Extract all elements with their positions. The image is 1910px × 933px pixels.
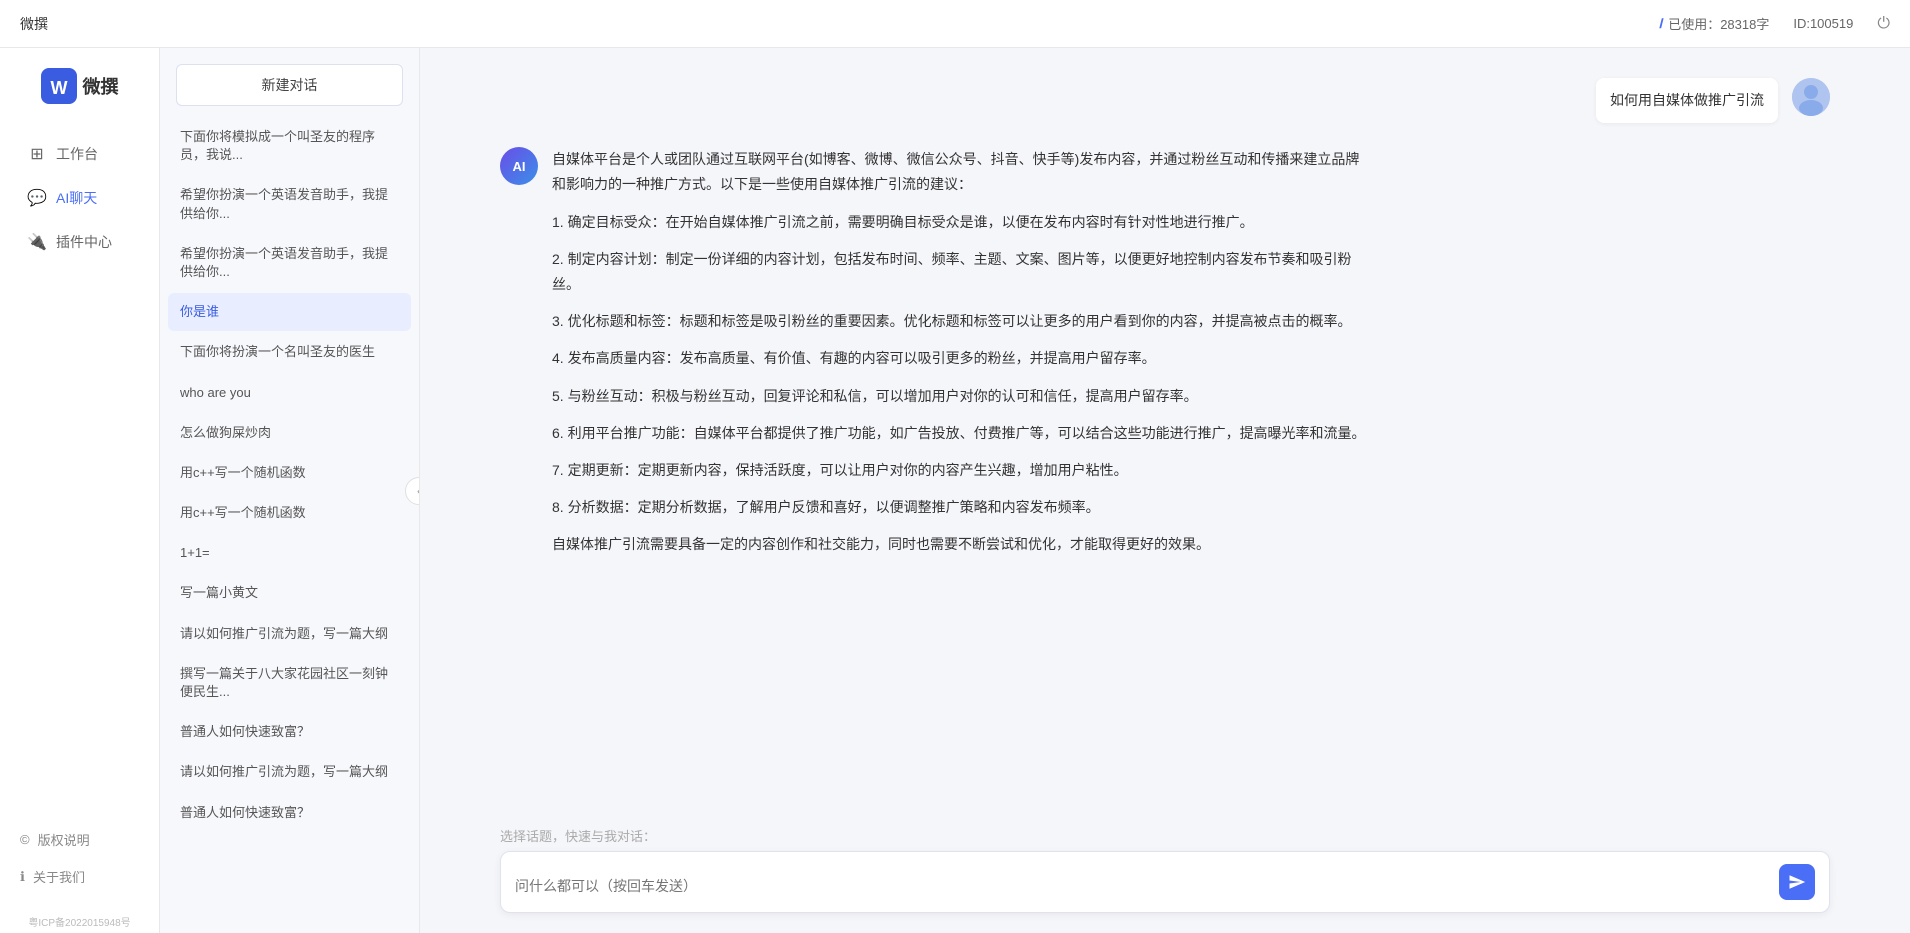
chat-list-panel: 新建对话 下面你将模拟成一个叫圣友的程序员，我说...希望你扮演一个英语发音助手…: [160, 48, 420, 933]
workbench-icon: ⊞: [28, 145, 46, 163]
send-button[interactable]: [1779, 864, 1815, 900]
user-message-row: 如何用自媒体做推广引流: [500, 78, 1830, 123]
ai-paragraph: 7. 定期更新：定期更新内容，保持活跃度，可以让用户对你的内容产生兴趣，增加用户…: [552, 458, 1372, 483]
sidebar-item-plugin[interactable]: 🔌 插件中心: [8, 222, 151, 262]
chat-list-item[interactable]: 怎么做狗屎炒肉: [168, 414, 411, 452]
send-icon: [1788, 873, 1806, 891]
ai-chat-icon: 💬: [28, 189, 46, 207]
ai-paragraph: 1. 确定目标受众：在开始自媒体推广引流之前，需要明确目标受众是谁，以便在发布内…: [552, 210, 1372, 235]
chat-main: 如何用自媒体做推广引流 AI 自媒体平台是个人或团队通过互联网平台(如博客、微博…: [420, 48, 1910, 933]
ai-paragraph: 2. 制定内容计划：制定一份详细的内容计划，包括发布时间、频率、主题、文案、图片…: [552, 247, 1372, 297]
sidebar-bottom-label: 关于我们: [33, 867, 85, 886]
chat-list-item[interactable]: 希望你扮演一个英语发音助手，我提供给你...: [168, 235, 411, 291]
sidebar-item-label: AI聊天: [56, 188, 97, 208]
ai-message-row: AI 自媒体平台是个人或团队通过互联网平台(如博客、微博、微信公众号、抖音、快手…: [500, 147, 1830, 557]
sidebar-bottom: © 版权说明 ℹ 关于我们: [0, 812, 159, 910]
sidebar-bottom-item-copyright[interactable]: © 版权说明: [0, 822, 159, 857]
chat-list-item[interactable]: 普通人如何快速致富？: [168, 713, 411, 751]
chat-list-item[interactable]: 下面你将模拟成一个叫圣友的程序员，我说...: [168, 118, 411, 174]
ai-message-bubble: 自媒体平台是个人或团队通过互联网平台(如博客、微博、微信公众号、抖音、快手等)发…: [552, 147, 1372, 557]
copyright-icon: ©: [20, 832, 30, 847]
logo: W 微撰: [31, 68, 129, 104]
sidebar: W 微撰 ⊞ 工作台 💬 AI聊天 🔌 插件中心 © 版权说明 ℹ 关于我们 粤ICP备2022…: [0, 48, 160, 933]
chat-list: 下面你将模拟成一个叫圣友的程序员，我说...希望你扮演一个英语发音助手，我提供给…: [160, 118, 419, 933]
chat-input[interactable]: [515, 876, 1771, 900]
chat-list-item[interactable]: 下面你将扮演一个名叫圣友的医生: [168, 333, 411, 371]
logout-icon[interactable]: ⏻: [1877, 15, 1890, 33]
chat-list-item[interactable]: 撰写一篇关于八大家花园社区一刻钟便民生...: [168, 655, 411, 711]
ai-paragraph: 5. 与粉丝互动：积极与粉丝互动，回复评论和私信，可以增加用户对你的认可和信任，…: [552, 384, 1372, 409]
ai-paragraph: 自媒体推广引流需要具备一定的内容创作和社交能力，同时也需要不断尝试和优化，才能取…: [552, 532, 1372, 557]
quick-reply-placeholder: 选择话题，快速与我对话：: [500, 829, 656, 844]
topbar-title: 微撰: [20, 14, 48, 34]
sidebar-item-label: 插件中心: [56, 232, 112, 252]
chat-list-item[interactable]: 希望你扮演一个英语发音助手，我提供给你...: [168, 176, 411, 232]
topbar-id: ID:100519: [1793, 16, 1853, 31]
chat-list-item[interactable]: 用c++写一个随机函数: [168, 454, 411, 492]
topbar-usage: Ⅰ 已使用：28318字: [1658, 14, 1769, 33]
input-box: [500, 851, 1830, 913]
user-message-bubble: 如何用自媒体做推广引流: [1596, 78, 1778, 123]
plugin-icon: 🔌: [28, 233, 46, 251]
new-chat-button[interactable]: 新建对话: [176, 64, 403, 106]
quick-reply-bar: 选择话题，快速与我对话：: [420, 816, 1910, 851]
sidebar-item-label: 工作台: [56, 144, 98, 164]
info-icon: Ⅰ: [1658, 16, 1662, 32]
ai-paragraph: 8. 分析数据：定期分析数据，了解用户反馈和喜好，以便调整推广策略和内容发布频率…: [552, 495, 1372, 520]
topbar-right: Ⅰ 已使用：28318字 ID:100519 ⏻: [1658, 14, 1890, 33]
beian-text: 粤ICP备2022015948号: [20, 910, 138, 933]
topbar: 微撰 Ⅰ 已使用：28318字 ID:100519 ⏻: [0, 0, 1910, 48]
sidebar-nav: ⊞ 工作台 💬 AI聊天 🔌 插件中心: [0, 134, 159, 812]
ai-paragraph: 3. 优化标题和标签：标题和标签是吸引粉丝的重要因素。优化标题和标签可以让更多的…: [552, 309, 1372, 334]
sidebar-item-workbench[interactable]: ⊞ 工作台: [8, 134, 151, 174]
chat-list-item[interactable]: 请以如何推广引流为题，写一篇大纲: [168, 753, 411, 791]
chat-messages: 如何用自媒体做推广引流 AI 自媒体平台是个人或团队通过互联网平台(如博客、微博…: [420, 48, 1910, 816]
about-icon: ℹ: [20, 869, 25, 885]
chat-list-item[interactable]: 你是谁: [168, 293, 411, 331]
input-area: [420, 851, 1910, 933]
logo-icon: W: [41, 68, 77, 104]
user-avatar: [1792, 78, 1830, 116]
chat-list-item[interactable]: 写一篇小黄文: [168, 574, 411, 612]
logo-text: 微撰: [83, 73, 119, 99]
ai-avatar: AI: [500, 147, 538, 185]
ai-paragraph: 6. 利用平台推广功能：自媒体平台都提供了推广功能，如广告投放、付费推广等，可以…: [552, 421, 1372, 446]
svg-text:W: W: [50, 78, 67, 98]
chat-list-item[interactable]: 1+1=: [168, 534, 411, 572]
ai-paragraph: 4. 发布高质量内容：发布高质量、有价值、有趣的内容可以吸引更多的粉丝，并提高用…: [552, 346, 1372, 371]
sidebar-bottom-label: 版权说明: [38, 830, 90, 849]
chat-list-item[interactable]: 普通人如何快速致富？: [168, 794, 411, 832]
main-layout: W 微撰 ⊞ 工作台 💬 AI聊天 🔌 插件中心 © 版权说明 ℹ 关于我们 粤ICP备2022…: [0, 48, 1910, 933]
sidebar-bottom-item-about[interactable]: ℹ 关于我们: [0, 859, 159, 894]
chat-list-item[interactable]: 用c++写一个随机函数: [168, 494, 411, 532]
usage-text: 已使用：28318字: [1668, 14, 1769, 33]
sidebar-item-ai-chat[interactable]: 💬 AI聊天: [8, 178, 151, 218]
chat-list-item[interactable]: who are you: [168, 374, 411, 412]
chat-list-item[interactable]: 请以如何推广引流为题，写一篇大纲: [168, 615, 411, 653]
ai-paragraph: 自媒体平台是个人或团队通过互联网平台(如博客、微博、微信公众号、抖音、快手等)发…: [552, 147, 1372, 197]
